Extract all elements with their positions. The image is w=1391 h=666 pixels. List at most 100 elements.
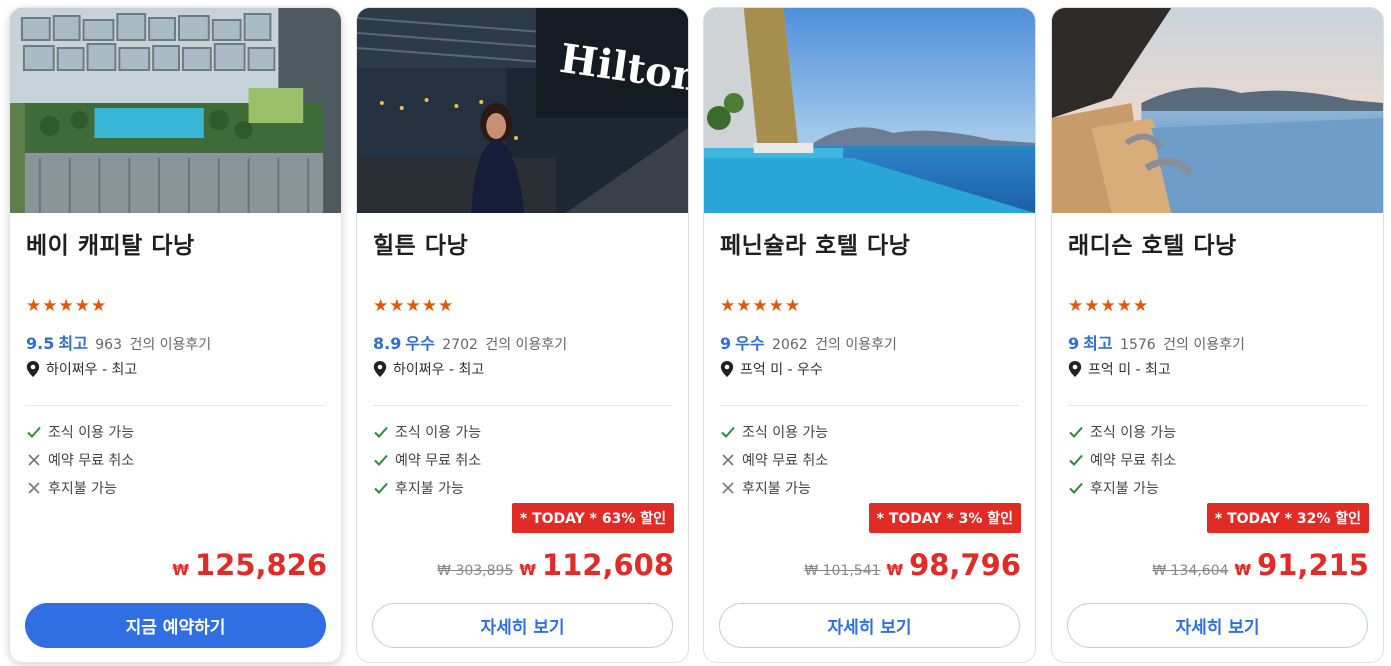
check-icon	[720, 424, 736, 440]
hotel-photo[interactable]	[10, 8, 341, 213]
amenity-breakfast: 조식 이용 가능	[26, 418, 134, 446]
price-line: ₩ 101,541 ₩ 98,796	[804, 548, 1021, 582]
amenity-free-cancel: 예약 무료 취소	[26, 446, 134, 474]
check-icon	[1068, 480, 1084, 496]
location: 하이쩌우 - 최고	[373, 359, 484, 379]
rating-summary: 8.9 우수 2702 건의 이용후기	[373, 330, 567, 354]
amenity-list: 조식 이용 가능 예약 무료 취소 후지불 가능	[1068, 418, 1176, 502]
price-line: ₩ 303,895 ₩ 112,608	[437, 548, 674, 582]
hotel-card-peninsula[interactable]: 페닌슐라 호텔 다낭 ★★★★★ 9 우수 2062 건의 이용후기 프억 미 -…	[703, 7, 1036, 663]
price-line: ₩ 134,604 ₩ 91,215	[1152, 548, 1369, 582]
view-details-button[interactable]: 자세히 보기	[372, 603, 673, 648]
book-now-button[interactable]: 지금 예약하기	[25, 603, 326, 648]
divider	[26, 405, 325, 406]
amenity-label: 조식 이용 가능	[395, 425, 482, 441]
currency-symbol: ₩	[519, 561, 536, 579]
hotel-name[interactable]: 래디슨 호텔 다낭	[1068, 226, 1237, 260]
rating-summary: 9 최고 1576 건의 이용후기	[1068, 330, 1245, 354]
amenity-pay-later: 후지불 가능	[1068, 474, 1176, 502]
price: 98,796	[909, 548, 1021, 582]
amenity-label: 예약 무료 취소	[1090, 453, 1177, 469]
review-suffix: 건의 이용후기	[129, 337, 212, 353]
hotel-card-bay-capital[interactable]: 베이 캐피탈 다낭 ★★★★★ 9.5 최고 963 건의 이용후기 하이쩌우 -…	[9, 7, 342, 663]
currency-symbol: ₩	[1234, 561, 1252, 579]
amenity-label: 예약 무료 취소	[48, 453, 135, 469]
amenity-pay-later: 후지불 가능	[373, 474, 481, 502]
hotel-photo[interactable]	[704, 8, 1035, 213]
location-pin-icon	[720, 361, 734, 377]
amenity-free-cancel: 예약 무료 취소	[373, 446, 481, 474]
hotel-name[interactable]: 페닌슐라 호텔 다낭	[720, 226, 910, 260]
rating-grade: 우수	[735, 334, 765, 353]
view-details-button[interactable]: 자세히 보기	[1067, 603, 1368, 648]
amenity-label: 후지불 가능	[742, 481, 811, 497]
amenity-breakfast: 조식 이용 가능	[720, 418, 828, 446]
location: 프억 미 - 우수	[720, 359, 823, 379]
check-icon	[1068, 424, 1084, 440]
cross-icon	[26, 480, 42, 496]
amenity-label: 예약 무료 취소	[742, 453, 829, 469]
rating-score: 9	[1068, 334, 1080, 353]
price: 112,608	[541, 548, 674, 582]
divider	[1068, 405, 1367, 406]
hotel-name[interactable]: 베이 캐피탈 다낭	[26, 226, 195, 260]
location-label: 하이쩌우 - 최고	[46, 362, 138, 378]
check-icon	[373, 480, 389, 496]
location-label: 하이쩌우 - 최고	[393, 362, 485, 378]
rating-score: 9.5	[26, 334, 55, 353]
amenity-label: 후지불 가능	[395, 481, 464, 497]
review-count: 2702	[442, 337, 478, 353]
location-label: 프억 미 - 우수	[740, 362, 823, 378]
amenity-free-cancel: 예약 무료 취소	[720, 446, 828, 474]
hotel-photo[interactable]	[1052, 8, 1383, 213]
discount-badge: * TODAY * 3% 할인	[868, 503, 1021, 533]
location: 프억 미 - 최고	[1068, 359, 1171, 379]
amenity-list: 조식 이용 가능 예약 무료 취소 후지불 가능	[373, 418, 481, 502]
check-icon	[1068, 452, 1084, 468]
review-count: 963	[95, 337, 122, 353]
location-label: 프억 미 - 최고	[1088, 362, 1171, 378]
amenity-label: 후지불 가능	[1090, 481, 1159, 497]
hotel-card-row: 베이 캐피탈 다낭 ★★★★★ 9.5 최고 963 건의 이용후기 하이쩌우 -…	[0, 0, 1391, 666]
location-pin-icon	[373, 361, 387, 377]
rating-grade: 최고	[1083, 334, 1113, 353]
view-details-button[interactable]: 자세히 보기	[719, 603, 1020, 648]
discount-badge: * TODAY * 32% 할인	[1206, 503, 1369, 533]
original-price: ₩ 101,541	[804, 563, 881, 579]
star-rating: ★★★★★	[1068, 296, 1150, 316]
original-price: ₩ 134,604	[1152, 563, 1229, 579]
price-line: ₩ 125,826	[172, 548, 327, 582]
amenity-label: 조식 이용 가능	[48, 425, 135, 441]
location-pin-icon	[1068, 361, 1082, 377]
hotel-photo[interactable]: Hilton	[357, 8, 688, 213]
amenity-label: 예약 무료 취소	[395, 453, 482, 469]
rating-grade: 최고	[58, 334, 88, 353]
cross-icon	[26, 452, 42, 468]
hotel-card-radisson[interactable]: 래디슨 호텔 다낭 ★★★★★ 9 최고 1576 건의 이용후기 프억 미 - …	[1051, 7, 1384, 663]
amenity-list: 조식 이용 가능 예약 무료 취소 후지불 가능	[720, 418, 828, 502]
currency-symbol: ₩	[172, 561, 189, 579]
amenity-label: 후지불 가능	[48, 481, 117, 497]
cross-icon	[720, 480, 736, 496]
divider	[373, 405, 672, 406]
check-icon	[373, 424, 389, 440]
rating-grade: 우수	[405, 334, 435, 353]
discount-badge: * TODAY * 63% 할인	[511, 503, 674, 533]
original-price: ₩ 303,895	[437, 563, 514, 579]
price: 125,826	[194, 548, 327, 582]
cross-icon	[720, 452, 736, 468]
price: 91,215	[1257, 548, 1369, 582]
rating-score: 8.9	[373, 334, 402, 353]
amenity-free-cancel: 예약 무료 취소	[1068, 446, 1176, 474]
star-rating: ★★★★★	[720, 296, 802, 316]
amenity-breakfast: 조식 이용 가능	[1068, 418, 1176, 446]
rating-summary: 9 우수 2062 건의 이용후기	[720, 330, 897, 354]
hotel-card-hilton[interactable]: Hilton 힐튼 다낭 ★★★★★ 8.9 우수 2702 건의 이용후기 하…	[356, 7, 689, 663]
review-suffix: 건의 이용후기	[485, 337, 568, 353]
hotel-name[interactable]: 힐튼 다낭	[373, 226, 468, 260]
review-count: 2062	[772, 337, 808, 353]
location: 하이쩌우 - 최고	[26, 359, 137, 379]
rating-score: 9	[720, 334, 732, 353]
divider	[720, 405, 1019, 406]
amenity-pay-later: 후지불 가능	[720, 474, 828, 502]
